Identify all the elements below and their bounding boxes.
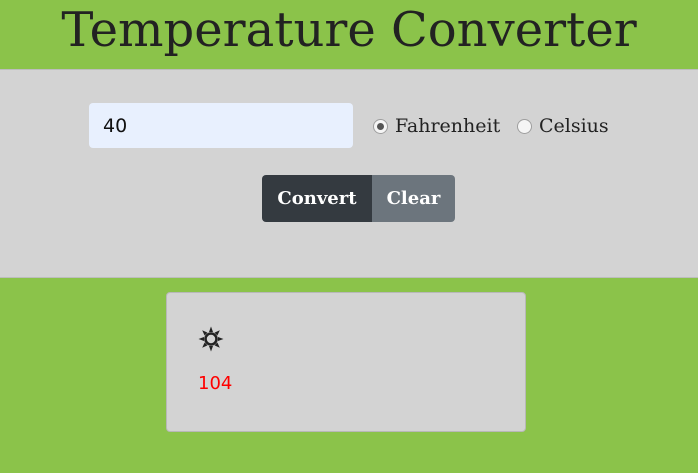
temperature-input[interactable] — [89, 103, 353, 148]
converter-panel: Fahrenheit Celsius Convert Clear — [0, 69, 698, 278]
clear-button[interactable]: Clear — [372, 175, 455, 222]
convert-button[interactable]: Convert — [262, 175, 372, 222]
fahrenheit-option[interactable]: Fahrenheit — [373, 114, 500, 138]
result-value: 104 — [198, 373, 233, 394]
celsius-label[interactable]: Celsius — [539, 114, 609, 138]
fahrenheit-label[interactable]: Fahrenheit — [395, 114, 500, 138]
celsius-option[interactable]: Celsius — [517, 114, 609, 138]
page-title: Temperature Converter — [61, 1, 637, 58]
sun-icon — [198, 326, 224, 352]
header: Temperature Converter — [0, 0, 698, 69]
celsius-radio[interactable] — [517, 118, 532, 134]
fahrenheit-radio[interactable] — [373, 118, 388, 134]
result-card: 104 — [166, 292, 526, 432]
